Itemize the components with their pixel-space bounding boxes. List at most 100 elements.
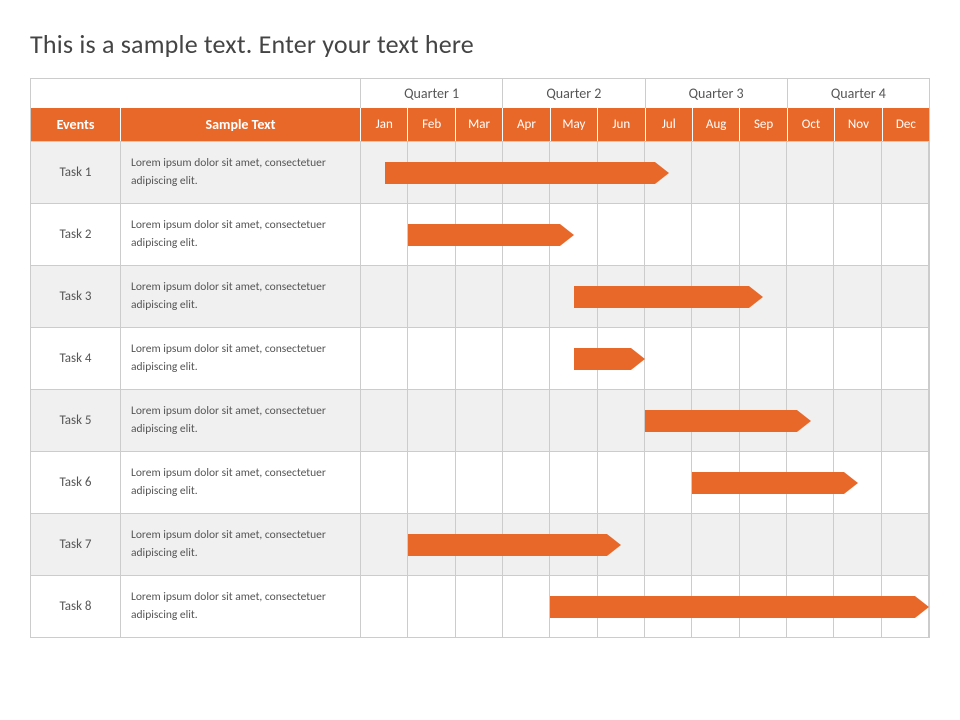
task-description: Lorem ipsum dolor sit amet, consectetuer… <box>121 452 361 513</box>
quarter-cells: Quarter 1Quarter 2Quarter 3Quarter 4 <box>361 79 929 108</box>
events-header: Events <box>31 108 121 141</box>
task-row: Task 3Lorem ipsum dolor sit amet, consec… <box>31 265 929 327</box>
month-column <box>408 576 455 637</box>
month-column <box>456 452 503 513</box>
month-column <box>787 328 834 389</box>
month-column <box>456 266 503 327</box>
task-name: Task 7 <box>31 514 121 575</box>
month-column <box>503 328 550 389</box>
task-timeline <box>361 576 929 637</box>
month-column <box>503 452 550 513</box>
task-timeline <box>361 514 929 575</box>
month-column <box>834 328 881 389</box>
month-column <box>598 390 645 451</box>
task-row: Task 1Lorem ipsum dolor sit amet, consec… <box>31 141 929 203</box>
month-column <box>882 204 929 265</box>
task-name: Task 5 <box>31 390 121 451</box>
month-column <box>598 452 645 513</box>
month-column <box>550 452 597 513</box>
gantt-bar <box>408 534 607 556</box>
month-cell: Aug <box>693 108 740 141</box>
month-column <box>882 266 929 327</box>
month-column <box>740 328 787 389</box>
quarter-cell: Quarter 1 <box>361 79 503 108</box>
gantt-chart: Quarter 1Quarter 2Quarter 3Quarter 4 Eve… <box>30 78 930 638</box>
month-column <box>361 390 408 451</box>
month-column <box>408 328 455 389</box>
task-name: Task 4 <box>31 328 121 389</box>
month-cell: Jan <box>361 108 408 141</box>
month-column <box>503 576 550 637</box>
month-cell: Jul <box>646 108 693 141</box>
task-row: Task 6Lorem ipsum dolor sit amet, consec… <box>31 451 929 513</box>
month-column <box>361 576 408 637</box>
month-column <box>692 142 739 203</box>
month-column <box>645 452 692 513</box>
month-column <box>503 266 550 327</box>
month-column <box>408 266 455 327</box>
month-header-row: Events Sample Text JanFebMarAprMayJunJul… <box>31 108 929 141</box>
gantt-bar <box>408 224 560 246</box>
month-column <box>456 576 503 637</box>
month-column <box>882 452 929 513</box>
task-name: Task 2 <box>31 204 121 265</box>
task-row: Task 4Lorem ipsum dolor sit amet, consec… <box>31 327 929 389</box>
month-column <box>834 514 881 575</box>
month-cell: Sep <box>740 108 787 141</box>
gantt-bar <box>692 472 844 494</box>
quarter-label-spacer <box>31 79 361 108</box>
month-column <box>456 390 503 451</box>
task-description: Lorem ipsum dolor sit amet, consectetuer… <box>121 514 361 575</box>
month-column <box>834 204 881 265</box>
month-column <box>550 390 597 451</box>
task-description: Lorem ipsum dolor sit amet, consectetuer… <box>121 328 361 389</box>
task-name: Task 1 <box>31 142 121 203</box>
month-column <box>882 390 929 451</box>
month-column <box>882 514 929 575</box>
task-row: Task 2Lorem ipsum dolor sit amet, consec… <box>31 203 929 265</box>
month-column <box>645 514 692 575</box>
month-column <box>692 514 739 575</box>
month-column <box>834 142 881 203</box>
quarter-cell: Quarter 3 <box>646 79 788 108</box>
month-column <box>361 266 408 327</box>
month-column <box>645 328 692 389</box>
month-column <box>787 204 834 265</box>
task-rows: Task 1Lorem ipsum dolor sit amet, consec… <box>31 141 929 637</box>
quarter-row: Quarter 1Quarter 2Quarter 3Quarter 4 <box>31 79 929 108</box>
month-column <box>740 204 787 265</box>
month-cell: Mar <box>456 108 503 141</box>
task-description: Lorem ipsum dolor sit amet, consectetuer… <box>121 266 361 327</box>
month-cell: Apr <box>503 108 550 141</box>
month-column <box>834 390 881 451</box>
task-name: Task 8 <box>31 576 121 637</box>
task-description: Lorem ipsum dolor sit amet, consectetuer… <box>121 576 361 637</box>
task-description: Lorem ipsum dolor sit amet, consectetuer… <box>121 142 361 203</box>
task-timeline <box>361 142 929 203</box>
month-column <box>787 266 834 327</box>
month-cells: JanFebMarAprMayJunJulAugSepOctNovDec <box>361 108 929 141</box>
gantt-bar <box>550 596 915 618</box>
task-row: Task 7Lorem ipsum dolor sit amet, consec… <box>31 513 929 575</box>
month-cell: Feb <box>408 108 455 141</box>
gantt-bar <box>645 410 797 432</box>
gantt-bar <box>385 162 655 184</box>
month-cell: Dec <box>883 108 929 141</box>
month-column <box>692 204 739 265</box>
month-column <box>692 328 739 389</box>
month-column <box>456 328 503 389</box>
month-column <box>503 390 550 451</box>
month-column <box>361 328 408 389</box>
month-column <box>361 204 408 265</box>
month-cell: May <box>551 108 598 141</box>
month-column <box>740 514 787 575</box>
task-name: Task 6 <box>31 452 121 513</box>
month-cell: Oct <box>788 108 835 141</box>
task-timeline <box>361 266 929 327</box>
sample-text-header: Sample Text <box>121 108 361 141</box>
month-cell: Jun <box>598 108 645 141</box>
month-column <box>787 514 834 575</box>
task-description: Lorem ipsum dolor sit amet, consectetuer… <box>121 204 361 265</box>
task-timeline <box>361 328 929 389</box>
gantt-bar <box>574 348 631 370</box>
